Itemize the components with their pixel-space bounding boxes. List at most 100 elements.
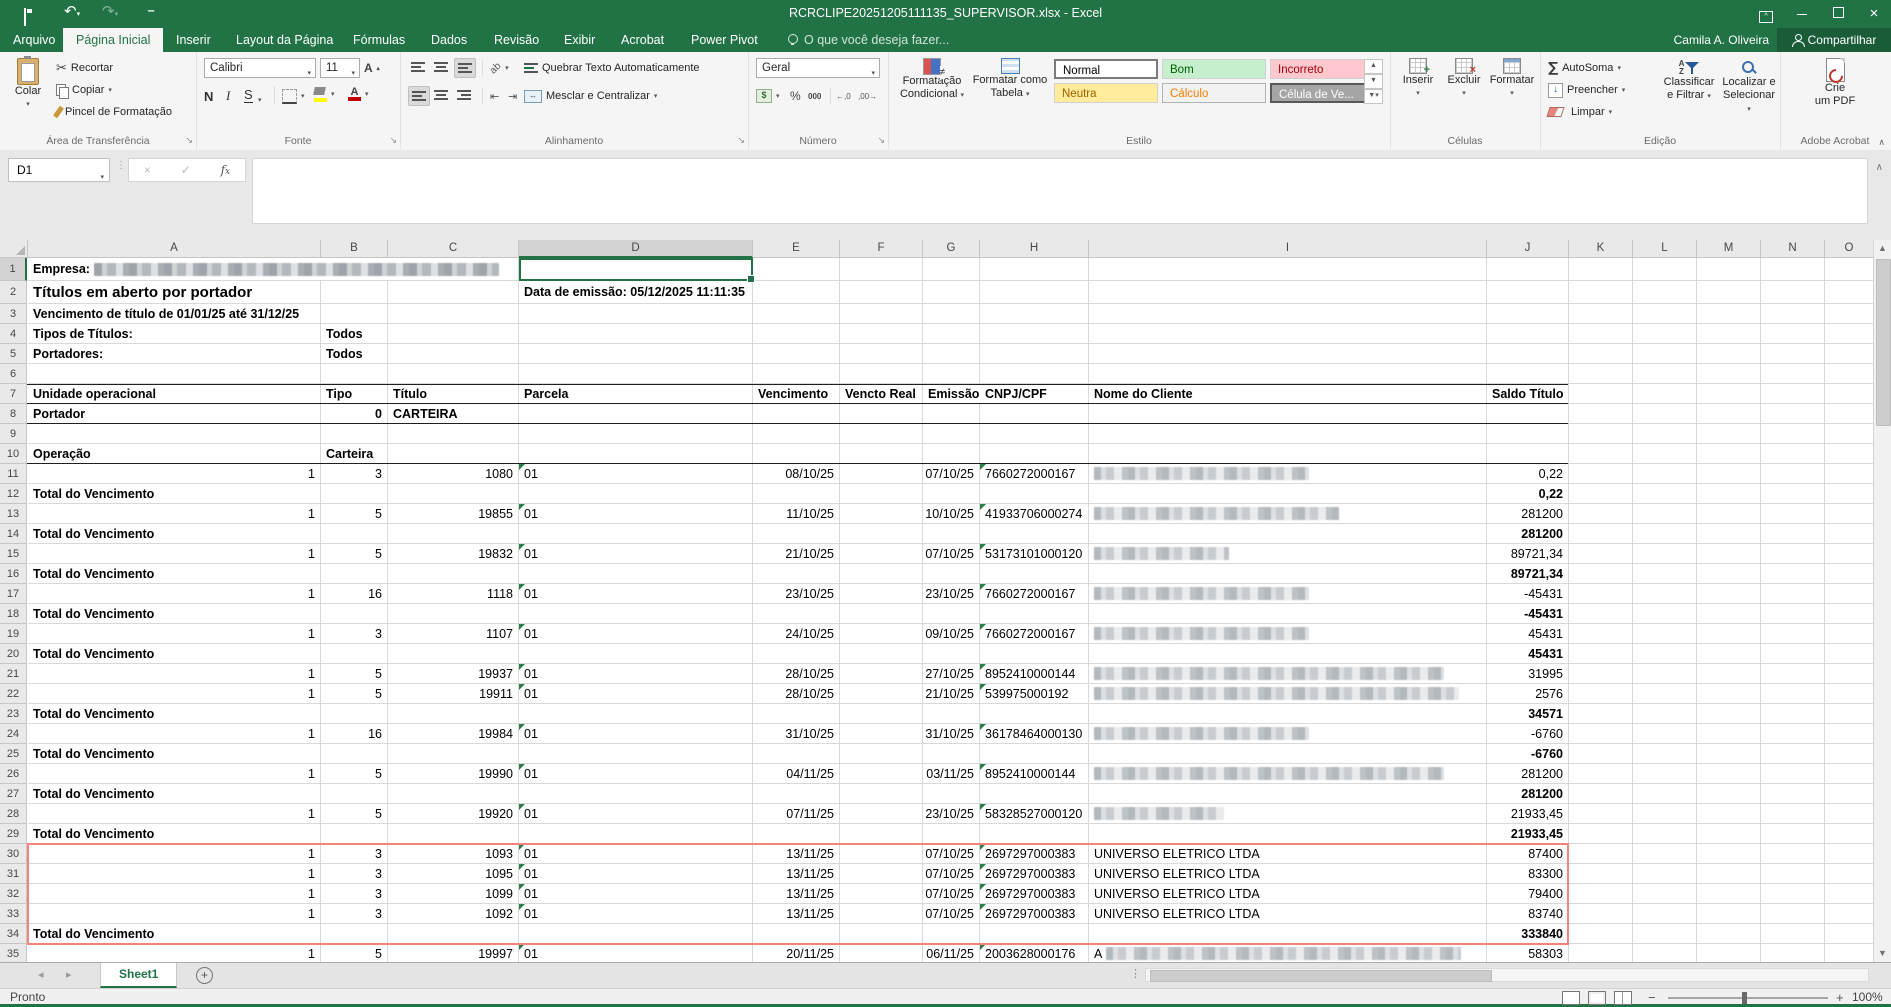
cell-B4[interactable]: Todos: [321, 324, 388, 344]
cell-N29[interactable]: [1761, 824, 1825, 844]
ribbon-display-options-icon[interactable]: ^: [1749, 0, 1783, 28]
cell-O8[interactable]: [1825, 404, 1873, 424]
cell-A10[interactable]: Operação: [28, 444, 321, 464]
cell-H25[interactable]: [980, 744, 1089, 764]
cell-D25[interactable]: [519, 744, 753, 764]
cell-C32[interactable]: 1099: [388, 884, 519, 904]
cell-E2[interactable]: [753, 281, 840, 304]
row-header-12[interactable]: 12: [0, 484, 27, 504]
cell-O1[interactable]: [1825, 258, 1873, 281]
cell-B35[interactable]: 5: [321, 944, 388, 962]
cell-B19[interactable]: 3: [321, 624, 388, 644]
cell-style-calculo[interactable]: Cálculo: [1162, 83, 1266, 103]
cell-H20[interactable]: [980, 644, 1089, 664]
row-header-29[interactable]: 29: [0, 824, 27, 844]
cell-K16[interactable]: [1569, 564, 1633, 584]
tab-scrollbar-splitter[interactable]: ⋮: [1130, 967, 1141, 980]
cell-D26[interactable]: 01: [519, 764, 753, 784]
cell-E19[interactable]: 24/10/25: [753, 624, 840, 644]
cell-L22[interactable]: [1633, 684, 1697, 704]
cell-G19[interactable]: 09/10/25: [923, 624, 980, 644]
formula-bar-collapse-icon[interactable]: ∧: [1876, 162, 1883, 173]
cell-D12[interactable]: [519, 484, 753, 504]
cell-D4[interactable]: [519, 324, 753, 344]
cell-O11[interactable]: [1825, 464, 1873, 484]
align-bottom-icon[interactable]: [454, 58, 476, 78]
cell-I21[interactable]: [1089, 664, 1487, 684]
cell-O10[interactable]: [1825, 444, 1873, 464]
format-as-table-button[interactable]: Formatar comoTabela ▾: [972, 58, 1048, 101]
cell-C31[interactable]: 1095: [388, 864, 519, 884]
cell-C30[interactable]: 1093: [388, 844, 519, 864]
cell-F27[interactable]: [840, 784, 923, 804]
cell-J28[interactable]: 21933,45: [1487, 804, 1569, 824]
cell-J20[interactable]: 45431: [1487, 644, 1569, 664]
styles-scroll-up-icon[interactable]: ▲: [1364, 59, 1383, 74]
cell-M21[interactable]: [1697, 664, 1761, 684]
col-header-K[interactable]: K: [1569, 240, 1633, 258]
row-header-6[interactable]: 6: [0, 364, 27, 384]
cell-C18[interactable]: [388, 604, 519, 624]
row-header-14[interactable]: 14: [0, 524, 27, 544]
cell-M27[interactable]: [1697, 784, 1761, 804]
dialog-launcher-icon[interactable]: ↘: [389, 135, 397, 146]
cell-I31[interactable]: UNIVERSO ELETRICO LTDA: [1089, 864, 1487, 884]
normal-view-icon[interactable]: [1562, 991, 1580, 1005]
cell-J13[interactable]: 281200: [1487, 504, 1569, 524]
cell-I15[interactable]: [1089, 544, 1487, 564]
cell-B8[interactable]: 0: [321, 404, 388, 424]
page-break-view-icon[interactable]: [1614, 991, 1632, 1005]
cell-N25[interactable]: [1761, 744, 1825, 764]
cell-H17[interactable]: 7660272000167: [980, 584, 1089, 604]
cell-O17[interactable]: [1825, 584, 1873, 604]
cell-O34[interactable]: [1825, 924, 1873, 944]
cell-L16[interactable]: [1633, 564, 1697, 584]
cell-H3[interactable]: [980, 304, 1089, 324]
cell-B29[interactable]: [321, 824, 388, 844]
cell-M31[interactable]: [1697, 864, 1761, 884]
cell-M30[interactable]: [1697, 844, 1761, 864]
cell-J10[interactable]: [1487, 444, 1569, 464]
row-header-16[interactable]: 16: [0, 564, 27, 584]
cell-style-bom[interactable]: Bom: [1162, 59, 1266, 79]
cell-A26[interactable]: 1: [28, 764, 321, 784]
cell-E31[interactable]: 13/11/25: [753, 864, 840, 884]
cell-A3[interactable]: Vencimento de título de 01/01/25 até 31/…: [28, 304, 321, 324]
cell-J16[interactable]: 89721,34: [1487, 564, 1569, 584]
cell-K9[interactable]: [1569, 424, 1633, 444]
tab-formulas[interactable]: Fórmulas: [340, 28, 418, 52]
cell-O18[interactable]: [1825, 604, 1873, 624]
cell-N15[interactable]: [1761, 544, 1825, 564]
cell-F34[interactable]: [840, 924, 923, 944]
cell-F25[interactable]: [840, 744, 923, 764]
cell-E29[interactable]: [753, 824, 840, 844]
cell-O32[interactable]: [1825, 884, 1873, 904]
cell-I17[interactable]: [1089, 584, 1487, 604]
name-box[interactable]: D1▾: [8, 158, 110, 182]
row-header-25[interactable]: 25: [0, 744, 27, 764]
cell-A5[interactable]: Portadores:: [28, 344, 321, 364]
cell-B9[interactable]: [321, 424, 388, 444]
cell-I14[interactable]: [1089, 524, 1487, 544]
cut-button[interactable]: ✂Recortar: [56, 58, 113, 78]
cell-H5[interactable]: [980, 344, 1089, 364]
cell-E21[interactable]: 28/10/25: [753, 664, 840, 684]
cell-A8[interactable]: Portador: [28, 404, 321, 424]
cell-G31[interactable]: 07/10/25: [923, 864, 980, 884]
cell-E32[interactable]: 13/11/25: [753, 884, 840, 904]
cell-N22[interactable]: [1761, 684, 1825, 704]
row-header-13[interactable]: 13: [0, 504, 27, 524]
cell-C2[interactable]: [388, 281, 519, 304]
zoom-level[interactable]: 100%: [1852, 990, 1883, 1004]
cell-F18[interactable]: [840, 604, 923, 624]
fill-button[interactable]: ↓Preencher▾: [1548, 80, 1625, 100]
cell-C13[interactable]: 19855: [388, 504, 519, 524]
cell-A14[interactable]: Total do Vencimento: [28, 524, 321, 544]
cell-I35[interactable]: A: [1089, 944, 1487, 962]
namebox-splitter[interactable]: ⋮: [116, 160, 126, 171]
cell-L20[interactable]: [1633, 644, 1697, 664]
cell-B21[interactable]: 5: [321, 664, 388, 684]
row-header-31[interactable]: 31: [0, 864, 27, 884]
tab-power-pivot[interactable]: Power Pivot: [678, 28, 771, 52]
cell-F6[interactable]: [840, 364, 923, 384]
